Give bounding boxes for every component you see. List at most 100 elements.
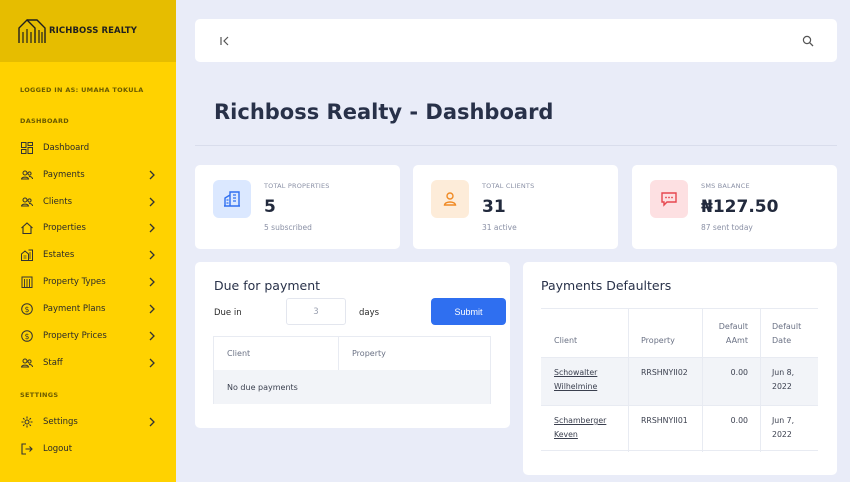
column-header-default-date: Default Date bbox=[772, 322, 802, 345]
sidebar-item-label: Estates bbox=[43, 250, 75, 260]
column-header-client: Client bbox=[227, 349, 251, 358]
divider bbox=[195, 145, 837, 146]
logout-icon bbox=[20, 442, 34, 456]
sidebar-item-estates[interactable]: Estates bbox=[20, 245, 160, 265]
logged-in-label: LOGGED IN AS: UMAHA TOKULA bbox=[20, 86, 144, 94]
stat-sub: 31 active bbox=[482, 223, 517, 232]
stat-card-sms-balance: SMS BALANCE ₦127.50 87 sent today bbox=[632, 165, 837, 249]
chevron-right-icon bbox=[149, 331, 155, 341]
sidebar-item-clients[interactable]: Clients bbox=[20, 192, 160, 212]
due-in-label: Due in bbox=[214, 308, 242, 318]
sidebar-item-label: Settings bbox=[43, 417, 78, 427]
section-label-dashboard: DASHBOARD bbox=[20, 117, 69, 125]
sidebar-item-dashboard[interactable]: Dashboard bbox=[20, 138, 160, 158]
stat-value: ₦127.50 bbox=[701, 197, 779, 217]
sidebar-item-label: Property Types bbox=[43, 277, 106, 287]
sidebar-item-label: Properties bbox=[43, 223, 86, 233]
user-icon bbox=[431, 180, 469, 218]
sidebar-item-property-types[interactable]: Property Types bbox=[20, 272, 160, 292]
buildings-icon bbox=[20, 248, 34, 262]
sidebar-item-payments[interactable]: Payments bbox=[20, 165, 160, 185]
chevron-right-icon bbox=[149, 223, 155, 233]
date-cell: Jun 7, 2022 bbox=[772, 416, 795, 439]
stat-value: 31 bbox=[482, 197, 506, 217]
sidebar-item-payment-plans[interactable]: $ Payment Plans bbox=[20, 299, 160, 319]
dollar-icon: $ bbox=[20, 329, 34, 343]
brand-name: RICHBOSS REALTY bbox=[49, 26, 137, 36]
column-header-client: Client bbox=[554, 336, 578, 345]
chevron-right-icon bbox=[149, 277, 155, 287]
stat-label: SMS BALANCE bbox=[701, 182, 750, 190]
brand[interactable]: RICHBOSS REALTY bbox=[0, 0, 176, 62]
column-header-property: Property bbox=[641, 336, 675, 345]
home-icon bbox=[20, 221, 34, 235]
due-card-title: Due for payment bbox=[214, 278, 321, 293]
client-link[interactable]: Schowalter Wilhelmine bbox=[554, 366, 624, 394]
amount-cell: 0.00 bbox=[730, 416, 748, 425]
sidebar-item-logout[interactable]: Logout bbox=[20, 439, 160, 459]
svg-text:$: $ bbox=[25, 305, 30, 314]
chevron-right-icon bbox=[149, 304, 155, 314]
column-header-property: Property bbox=[352, 349, 386, 358]
stat-card-total-properties: TOTAL PROPERTIES 5 5 subscribed bbox=[195, 165, 400, 249]
sidebar-item-label: Clients bbox=[43, 197, 73, 207]
sidebar-item-label: Payment Plans bbox=[43, 304, 106, 314]
dollar-icon: $ bbox=[20, 302, 34, 316]
building-icon bbox=[213, 180, 251, 218]
stat-sub: 87 sent today bbox=[701, 223, 753, 232]
page-title: Richboss Realty - Dashboard bbox=[214, 100, 554, 124]
stat-card-total-clients: TOTAL CLIENTS 31 31 active bbox=[413, 165, 618, 249]
sidebar-item-property-prices[interactable]: $ Property Prices bbox=[20, 326, 160, 346]
date-cell: Jun 8, 2022 bbox=[772, 368, 795, 391]
sidebar-item-staff[interactable]: Staff bbox=[20, 353, 160, 373]
property-cell: RRSHNYII02 bbox=[641, 368, 688, 377]
top-bar bbox=[195, 19, 837, 62]
sidebar-item-label: Dashboard bbox=[43, 143, 90, 153]
sidebar-item-label: Staff bbox=[43, 358, 63, 368]
stat-label: TOTAL CLIENTS bbox=[482, 182, 535, 190]
defaulters-title: Payments Defaulters bbox=[541, 278, 672, 293]
column-divider bbox=[760, 309, 761, 452]
gear-icon bbox=[20, 415, 34, 429]
days-input[interactable]: 3 bbox=[286, 298, 346, 325]
collapse-sidebar-icon[interactable] bbox=[219, 35, 231, 47]
chevron-right-icon bbox=[149, 417, 155, 427]
stat-sub: 5 subscribed bbox=[264, 223, 312, 232]
users-icon bbox=[20, 168, 34, 182]
sidebar: RICHBOSS REALTY LOGGED IN AS: UMAHA TOKU… bbox=[0, 0, 176, 482]
column-header-default-amount: Default AAmt bbox=[718, 322, 748, 345]
submit-button[interactable]: Submit bbox=[431, 298, 506, 325]
svg-text:$: $ bbox=[25, 332, 30, 341]
sidebar-item-label: Logout bbox=[43, 444, 73, 454]
stat-value: 5 bbox=[264, 197, 276, 217]
divider bbox=[541, 405, 818, 406]
divider bbox=[541, 357, 818, 358]
message-icon bbox=[650, 180, 688, 218]
users-icon bbox=[20, 356, 34, 370]
dashboard-icon bbox=[20, 141, 34, 155]
stat-label: TOTAL PROPERTIES bbox=[264, 182, 330, 190]
amount-cell: 0.00 bbox=[730, 368, 748, 377]
sidebar-item-settings[interactable]: Settings bbox=[20, 412, 160, 432]
logo-icon bbox=[18, 19, 46, 43]
sidebar-item-properties[interactable]: Properties bbox=[20, 218, 160, 238]
defaulters-table: Client Property Default AAmt Default Dat… bbox=[541, 308, 818, 452]
chevron-right-icon bbox=[149, 170, 155, 180]
search-icon[interactable] bbox=[802, 35, 814, 47]
chevron-right-icon bbox=[149, 358, 155, 368]
divider bbox=[338, 337, 339, 370]
sidebar-item-label: Property Prices bbox=[43, 331, 107, 341]
column-divider bbox=[628, 309, 629, 452]
sidebar-item-label: Payments bbox=[43, 170, 85, 180]
section-label-settings: SETTINGS bbox=[20, 391, 59, 399]
due-table: Client Property No due payments bbox=[213, 336, 491, 404]
building-icon bbox=[20, 275, 34, 289]
users-icon bbox=[20, 195, 34, 209]
column-divider bbox=[702, 309, 703, 452]
chevron-right-icon bbox=[149, 197, 155, 207]
days-label: days bbox=[359, 308, 380, 318]
empty-state: No due payments bbox=[214, 370, 490, 404]
chevron-right-icon bbox=[149, 250, 155, 260]
client-link[interactable]: Schamberger Keven bbox=[554, 414, 624, 442]
property-cell: RRSHNYII01 bbox=[641, 416, 688, 425]
